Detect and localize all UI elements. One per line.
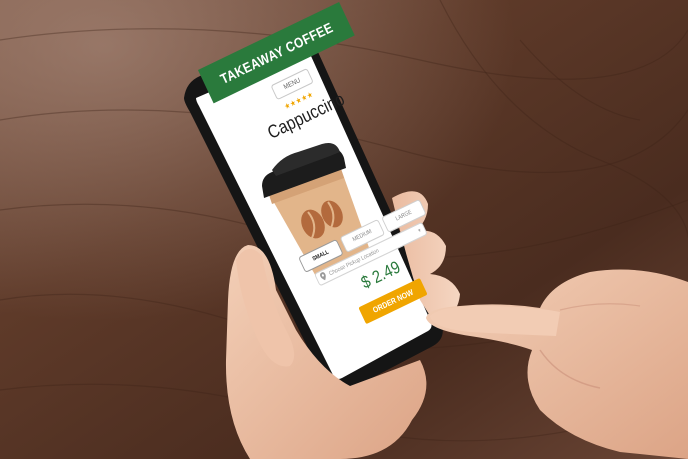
location-pin-icon: [319, 271, 329, 283]
chevron-down-icon: ▾: [417, 227, 423, 235]
order-now-label: ORDER NOW: [371, 287, 415, 315]
menu-label: MENU: [282, 76, 302, 92]
